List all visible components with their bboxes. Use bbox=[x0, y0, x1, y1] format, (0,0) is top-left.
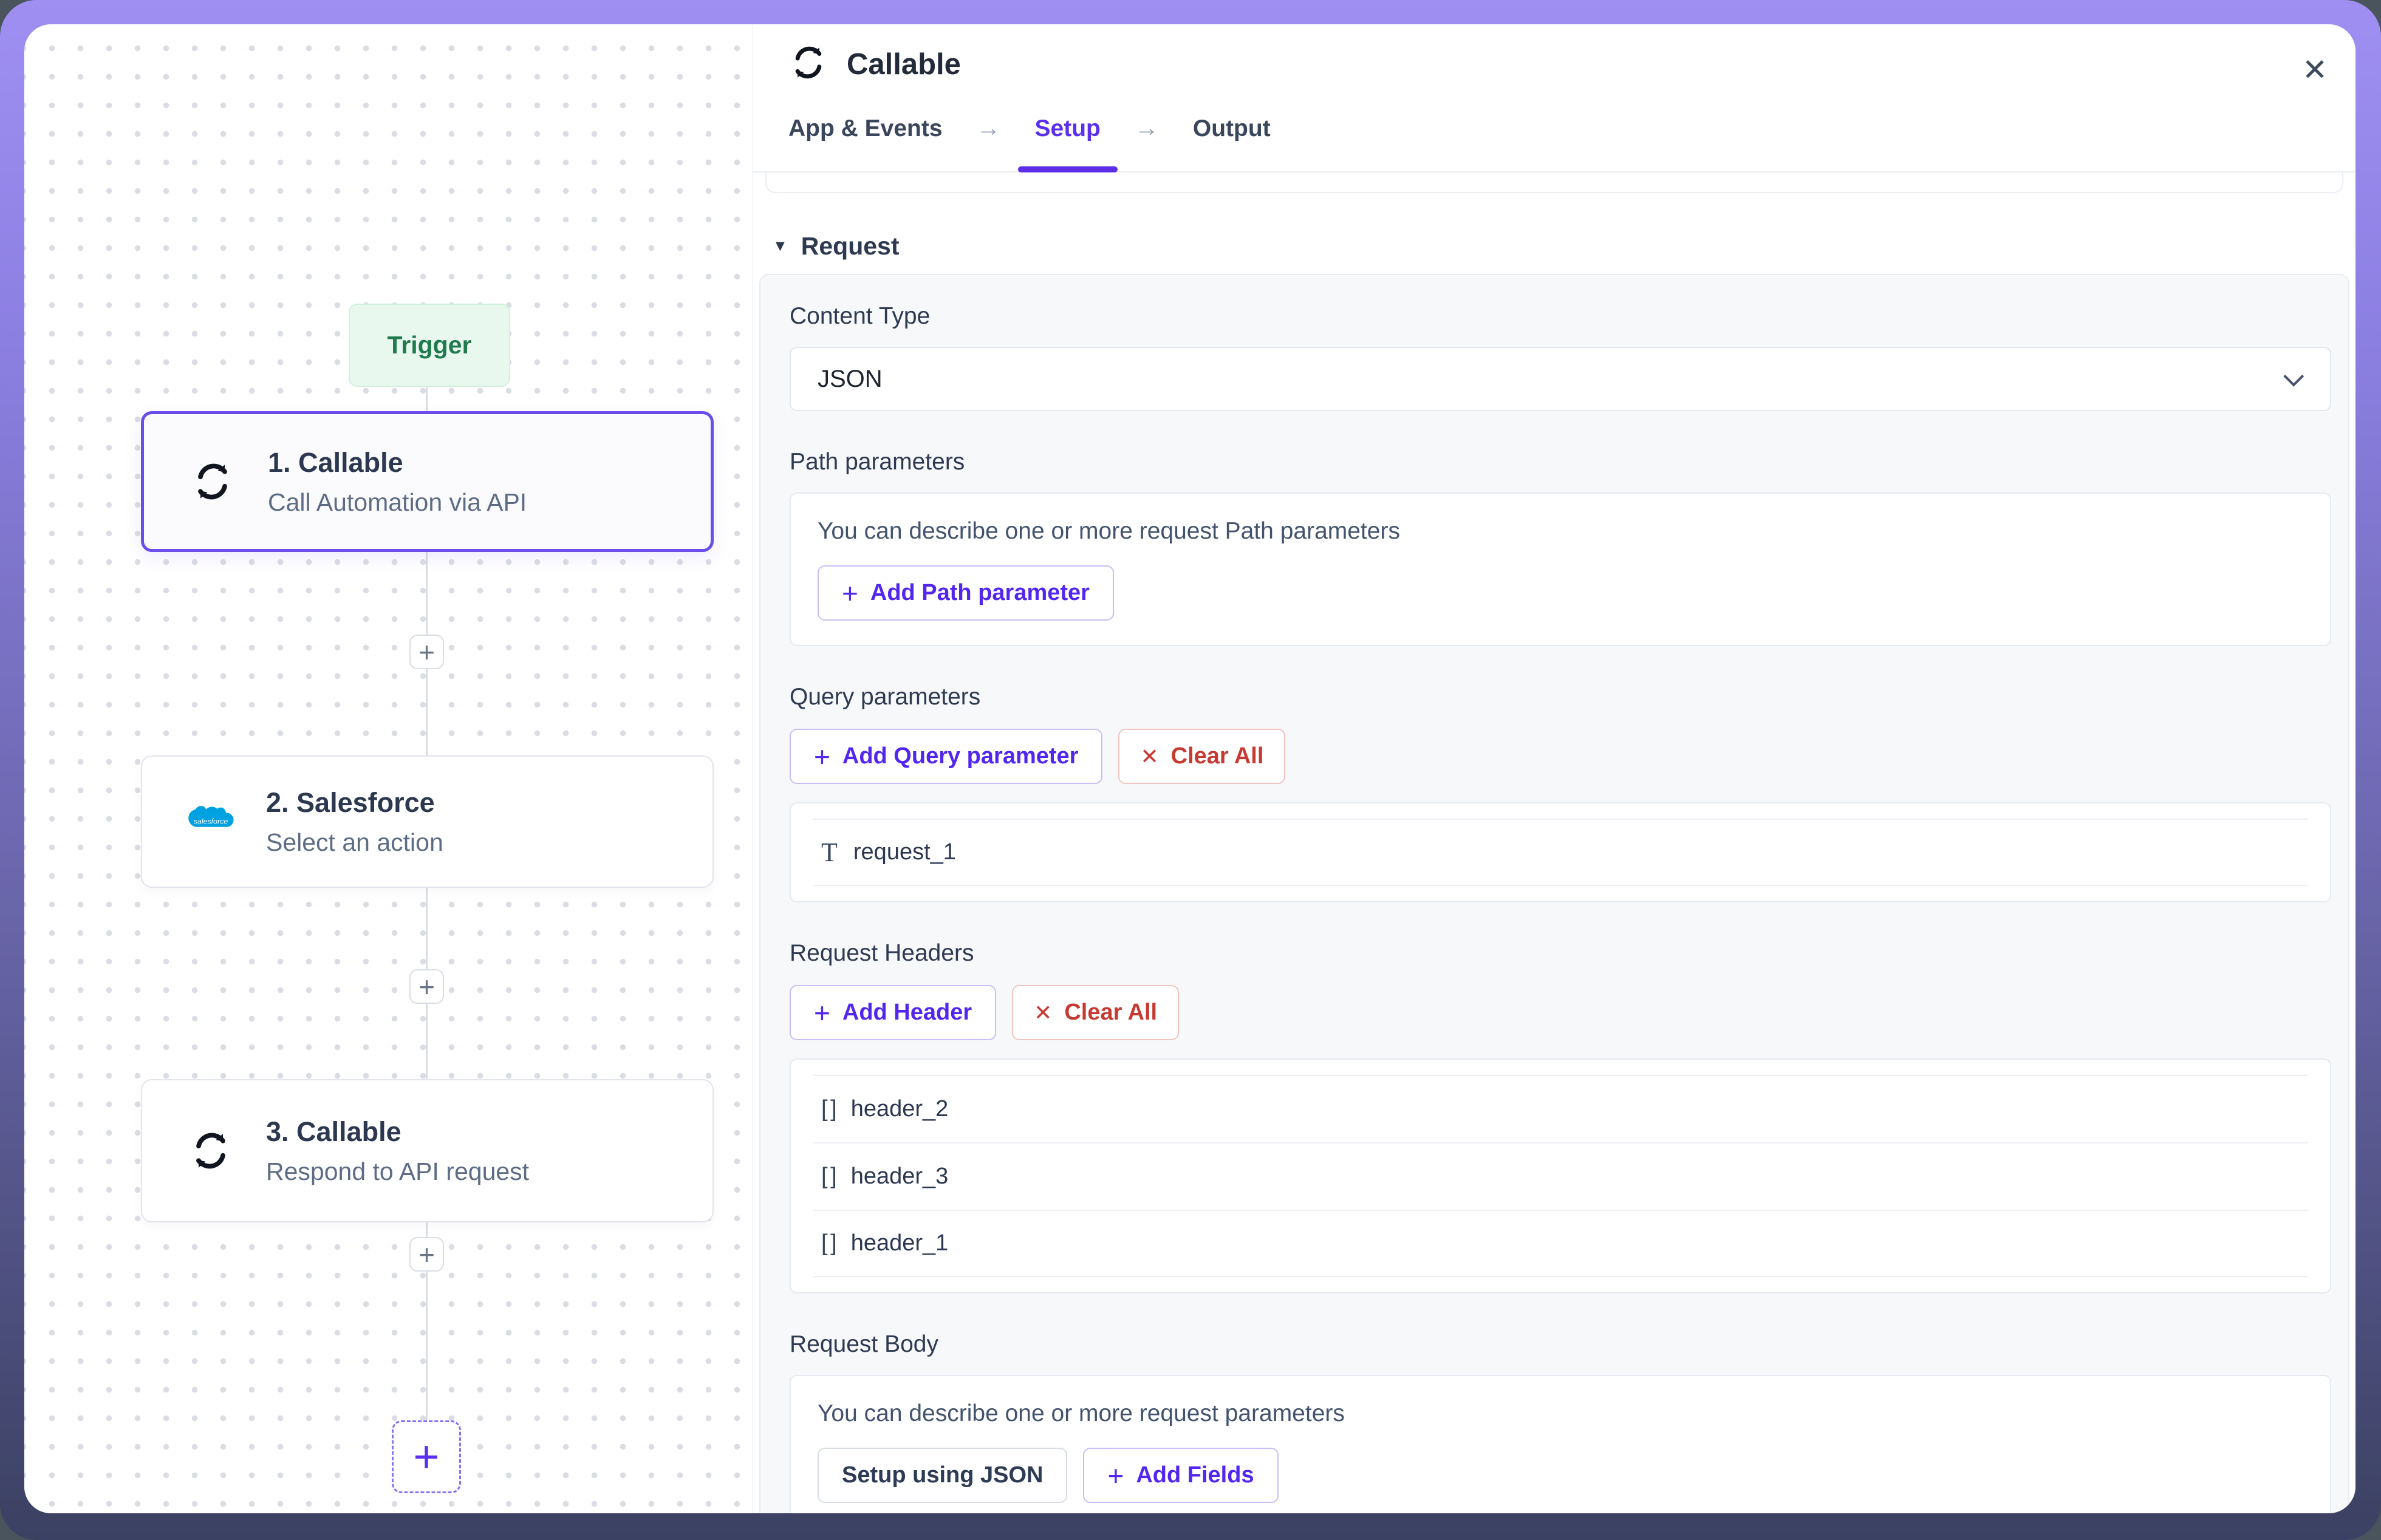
path-parameters-label: Path parameters bbox=[790, 449, 2331, 475]
path-parameters-card: You can describe one or more request Pat… bbox=[790, 492, 2331, 646]
request-headers-label: Request Headers bbox=[790, 940, 2331, 967]
content-type-label: Content Type bbox=[790, 303, 2331, 330]
node-title: 1. Callable bbox=[268, 447, 527, 479]
tab-setup[interactable]: Setup bbox=[1035, 115, 1101, 142]
array-type-icon: [ ] bbox=[821, 1164, 835, 1190]
app-window: Trigger 1. Callable Call Automation via … bbox=[24, 24, 2355, 1513]
caret-down-icon: ▼ bbox=[773, 237, 788, 255]
config-panel: Callable App & Events → Setup → Output ✕… bbox=[753, 24, 2355, 1513]
tab-app-and-events[interactable]: App & Events bbox=[788, 115, 943, 142]
node-subtitle: Call Automation via API bbox=[268, 488, 527, 517]
add-final-step-button[interactable]: + bbox=[392, 1420, 461, 1493]
add-header-button[interactable]: + Add Header bbox=[790, 985, 996, 1040]
array-type-icon: [ ] bbox=[821, 1096, 835, 1122]
query-parameter-name: request_1 bbox=[853, 839, 956, 865]
salesforce-logo-text: salesforce bbox=[194, 817, 228, 825]
header-row[interactable]: [ ] header_2 bbox=[813, 1075, 2308, 1142]
node-subtitle: Select an action bbox=[266, 828, 443, 857]
scrolled-card-remnant bbox=[765, 172, 2343, 193]
wizard-tabs: App & Events → Setup → Output bbox=[788, 115, 2355, 171]
query-parameters-list: T request_1 bbox=[790, 802, 2331, 902]
sync-icon bbox=[186, 459, 239, 504]
header-row[interactable]: [ ] header_1 bbox=[813, 1210, 2308, 1277]
workflow-canvas: Trigger 1. Callable Call Automation via … bbox=[24, 24, 753, 1513]
request-headers-list: [ ] header_2 [ ] header_3 [ ] header_1 bbox=[790, 1058, 2331, 1293]
request-section-body: Content Type JSON Path parameters You ca… bbox=[759, 274, 2349, 1513]
request-body-hint: You can describe one or more request par… bbox=[818, 1400, 2303, 1427]
clear-all-headers-button[interactable]: ✕ Clear All bbox=[1012, 985, 1179, 1040]
workflow-node-callable-3[interactable]: 3. Callable Respond to API request bbox=[141, 1079, 714, 1222]
query-parameters-label: Query parameters bbox=[790, 684, 2331, 710]
request-body-label: Request Body bbox=[790, 1331, 2331, 1358]
sync-icon bbox=[788, 43, 828, 86]
request-headers-actions: + Add Header ✕ Clear All bbox=[790, 985, 2331, 1040]
panel-header: Callable App & Events → Setup → Output ✕ bbox=[753, 24, 2355, 172]
header-row[interactable]: [ ] header_3 bbox=[813, 1142, 2308, 1210]
app-stage: Trigger 1. Callable Call Automation via … bbox=[0, 0, 2381, 1540]
trigger-label: Trigger bbox=[388, 331, 472, 359]
setup-using-json-button[interactable]: Setup using JSON bbox=[818, 1448, 1067, 1503]
content-type-select[interactable]: JSON bbox=[790, 347, 2331, 411]
query-parameters-actions: + Add Query parameter ✕ Clear All bbox=[790, 729, 2331, 784]
salesforce-logo: salesforce bbox=[185, 800, 237, 843]
arrow-right-icon: → bbox=[1135, 115, 1159, 142]
arrow-right-icon: → bbox=[977, 115, 1001, 142]
request-section-title: Request bbox=[801, 232, 900, 261]
request-section-header[interactable]: ▼ Request bbox=[773, 232, 2355, 261]
add-step-button-2[interactable]: + bbox=[409, 969, 444, 1004]
close-icon[interactable]: ✕ bbox=[2302, 55, 2328, 85]
add-step-button-1[interactable]: + bbox=[409, 635, 444, 669]
node-subtitle: Respond to API request bbox=[266, 1157, 529, 1186]
text-type-icon: T bbox=[821, 837, 838, 868]
header-name: header_1 bbox=[851, 1230, 949, 1256]
header-name: header_3 bbox=[851, 1164, 949, 1190]
chevron-down-icon bbox=[2283, 366, 2304, 387]
add-fields-button[interactable]: + Add Fields bbox=[1083, 1448, 1278, 1503]
node-title: 2. Salesforce bbox=[266, 787, 443, 819]
trigger-node[interactable]: Trigger bbox=[349, 304, 510, 387]
path-parameters-hint: You can describe one or more request Pat… bbox=[818, 518, 2303, 545]
request-body-card: You can describe one or more request par… bbox=[790, 1375, 2331, 1513]
header-name: header_2 bbox=[851, 1096, 949, 1122]
panel-title-row: Callable bbox=[788, 43, 2355, 86]
workflow-node-salesforce[interactable]: salesforce 2. Salesforce Select an actio… bbox=[141, 755, 714, 888]
add-query-parameter-button[interactable]: + Add Query parameter bbox=[790, 729, 1102, 784]
sync-icon bbox=[185, 1128, 237, 1173]
content-type-value: JSON bbox=[818, 366, 883, 393]
clear-all-query-parameters-button[interactable]: ✕ Clear All bbox=[1118, 729, 1285, 784]
array-type-icon: [ ] bbox=[821, 1230, 835, 1256]
workflow-node-callable-1[interactable]: 1. Callable Call Automation via API bbox=[141, 411, 714, 552]
page-title: Callable bbox=[847, 47, 961, 81]
add-step-button-3[interactable]: + bbox=[409, 1237, 444, 1272]
node-title: 3. Callable bbox=[266, 1116, 529, 1148]
query-parameter-row[interactable]: T request_1 bbox=[813, 819, 2308, 886]
node-text: 2. Salesforce Select an action bbox=[266, 787, 443, 857]
add-path-parameter-button[interactable]: + Add Path parameter bbox=[818, 565, 1114, 621]
node-text: 3. Callable Respond to API request bbox=[266, 1116, 529, 1186]
node-text: 1. Callable Call Automation via API bbox=[268, 447, 527, 517]
tab-output[interactable]: Output bbox=[1193, 115, 1271, 142]
